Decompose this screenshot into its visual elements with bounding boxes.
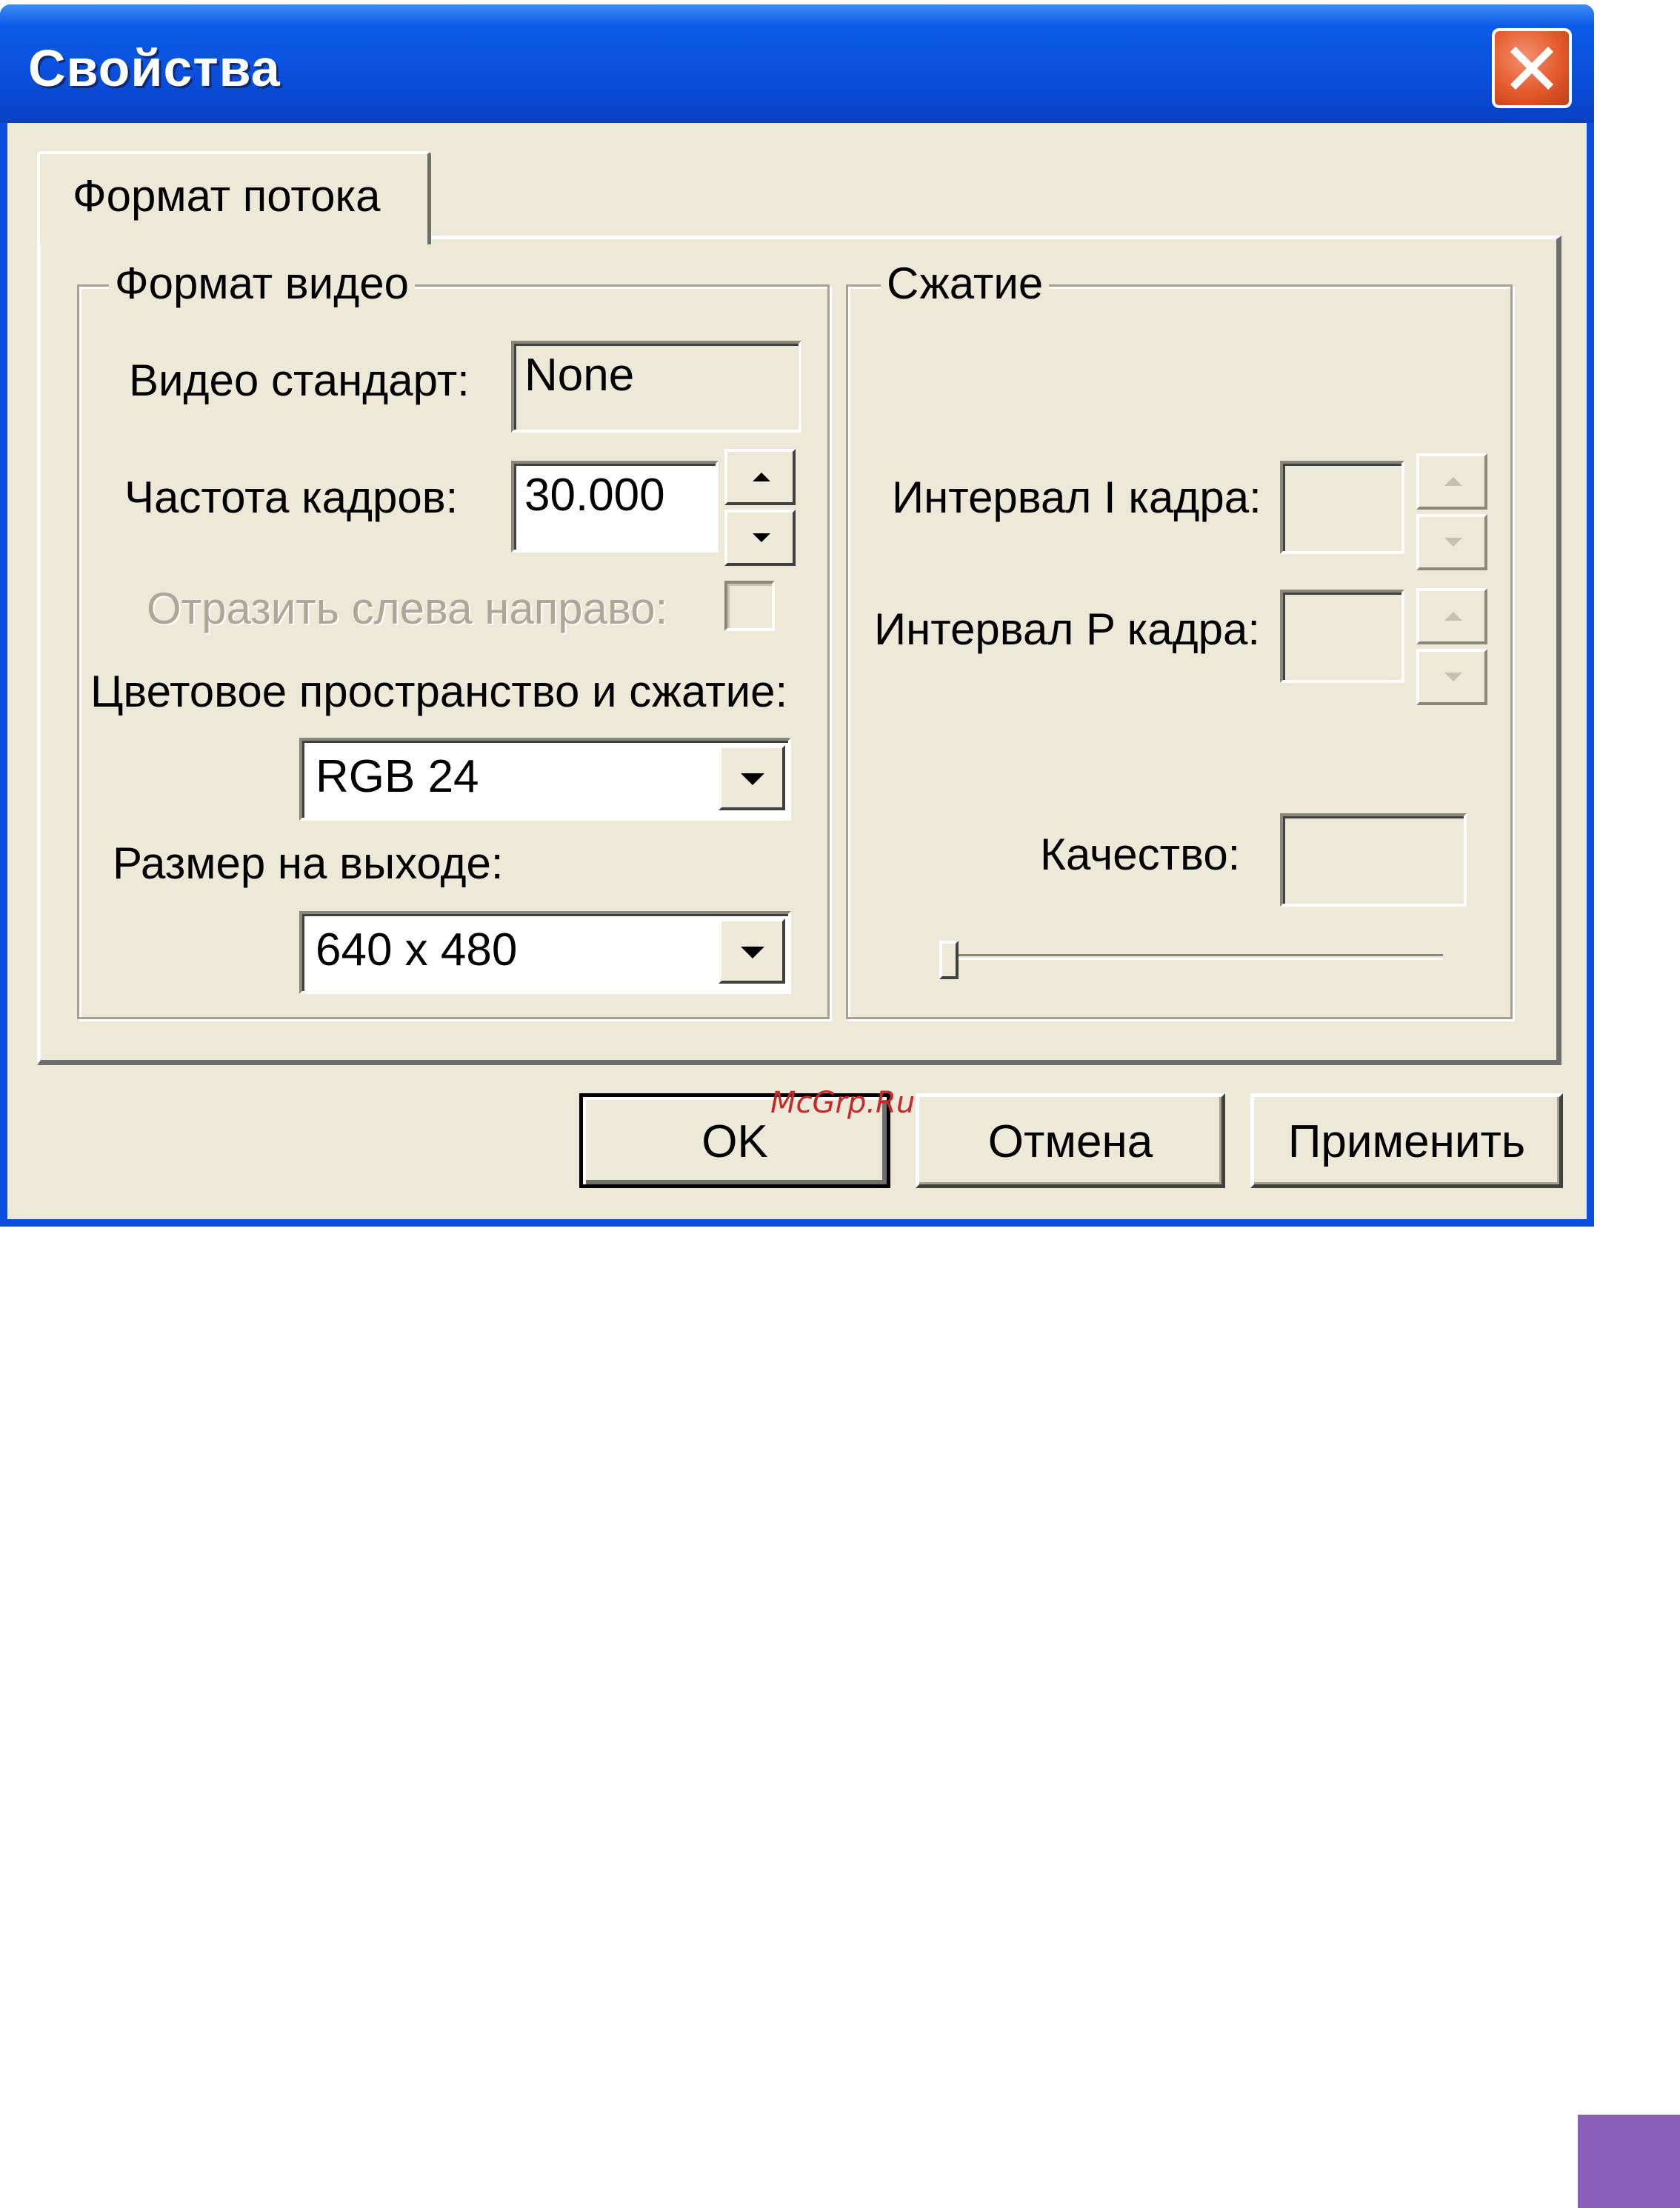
i-frame-up-button[interactable] xyxy=(1416,453,1487,510)
arrow-down-icon xyxy=(753,533,770,542)
color-space-select[interactable]: RGB 24 xyxy=(299,738,791,821)
chevron-down-icon xyxy=(741,947,764,958)
tab-label: Формат потока xyxy=(73,171,381,221)
p-frame-label: Интервал P кадра: xyxy=(874,604,1261,654)
p-frame-down-button[interactable] xyxy=(1416,649,1487,705)
frame-rate-label: Частота кадров: xyxy=(124,473,459,522)
i-frame-input[interactable] xyxy=(1280,461,1404,554)
output-size-label: Размер на выходе: xyxy=(113,838,504,888)
video-standard-field: None xyxy=(511,341,801,433)
watermark: McGrp.Ru xyxy=(770,1086,916,1120)
quality-label: Качество: xyxy=(1040,830,1241,879)
mirror-checkbox[interactable] xyxy=(724,581,775,631)
output-size-value: 640 x 480 xyxy=(316,924,518,975)
window-title: Свойства xyxy=(28,39,281,97)
output-size-select[interactable]: 640 x 480 xyxy=(299,911,791,994)
close-button[interactable] xyxy=(1492,28,1572,108)
apply-button-label: Применить xyxy=(1287,1116,1526,1167)
p-frame-up-button[interactable] xyxy=(1416,588,1487,644)
tab-stream-format[interactable]: Формат потока xyxy=(37,151,431,244)
mirror-label: Отразить слева направо: xyxy=(147,584,668,633)
quality-slider-track[interactable] xyxy=(945,954,1443,960)
video-standard-value: None xyxy=(524,350,635,401)
corner-decoration xyxy=(1578,2115,1680,2208)
cancel-button[interactable]: Отмена xyxy=(916,1093,1225,1188)
video-format-title: Формат видео xyxy=(109,260,415,307)
ok-button-label: OK xyxy=(701,1116,768,1167)
quality-field xyxy=(1280,813,1467,907)
frame-rate-value: 30.000 xyxy=(524,470,665,521)
frame-rate-down-button[interactable] xyxy=(724,510,796,566)
apply-button[interactable]: Применить xyxy=(1250,1093,1563,1188)
frame-rate-up-button[interactable] xyxy=(724,449,796,505)
arrow-up-icon xyxy=(753,473,770,481)
video-standard-label: Видео стандарт: xyxy=(129,356,470,405)
i-frame-down-button[interactable] xyxy=(1416,514,1487,570)
title-bar[interactable]: Свойства xyxy=(0,4,1594,123)
color-space-dropdown-button[interactable] xyxy=(719,745,785,810)
p-frame-input[interactable] xyxy=(1280,590,1404,683)
compression-title: Сжатие xyxy=(881,260,1050,307)
i-frame-label: Интервал I кадра: xyxy=(892,473,1261,522)
chevron-down-icon xyxy=(741,773,764,785)
arrow-down-icon xyxy=(1444,538,1462,547)
color-space-label: Цветовое пространство и сжатие: xyxy=(90,667,788,716)
arrow-down-icon xyxy=(1444,673,1462,681)
arrow-up-icon xyxy=(1444,477,1462,486)
output-size-dropdown-button[interactable] xyxy=(719,918,785,984)
quality-slider-thumb[interactable] xyxy=(939,941,959,979)
cancel-button-label: Отмена xyxy=(987,1116,1153,1167)
close-icon xyxy=(1510,46,1554,90)
arrow-up-icon xyxy=(1444,612,1462,621)
frame-rate-input[interactable]: 30.000 xyxy=(511,461,719,553)
color-space-value: RGB 24 xyxy=(316,751,479,802)
